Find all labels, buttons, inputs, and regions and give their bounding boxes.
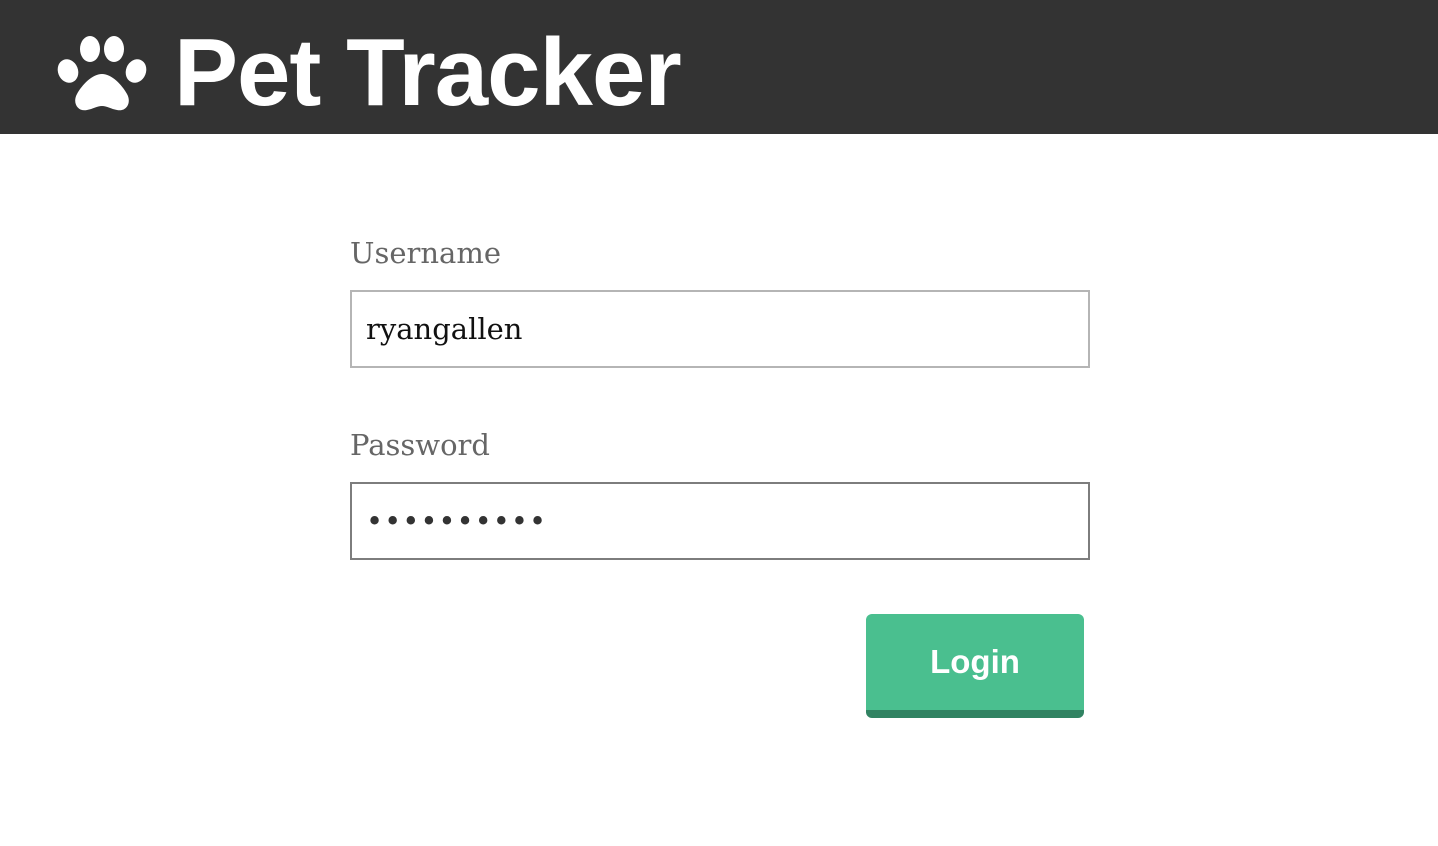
username-label: Username [350, 236, 501, 270]
login-button[interactable]: Login [866, 614, 1084, 718]
password-input[interactable] [350, 482, 1090, 560]
paw-icon [57, 36, 147, 111]
login-form: Username Password Login [350, 0, 1090, 846]
username-input[interactable] [350, 290, 1090, 368]
password-label: Password [350, 428, 490, 462]
